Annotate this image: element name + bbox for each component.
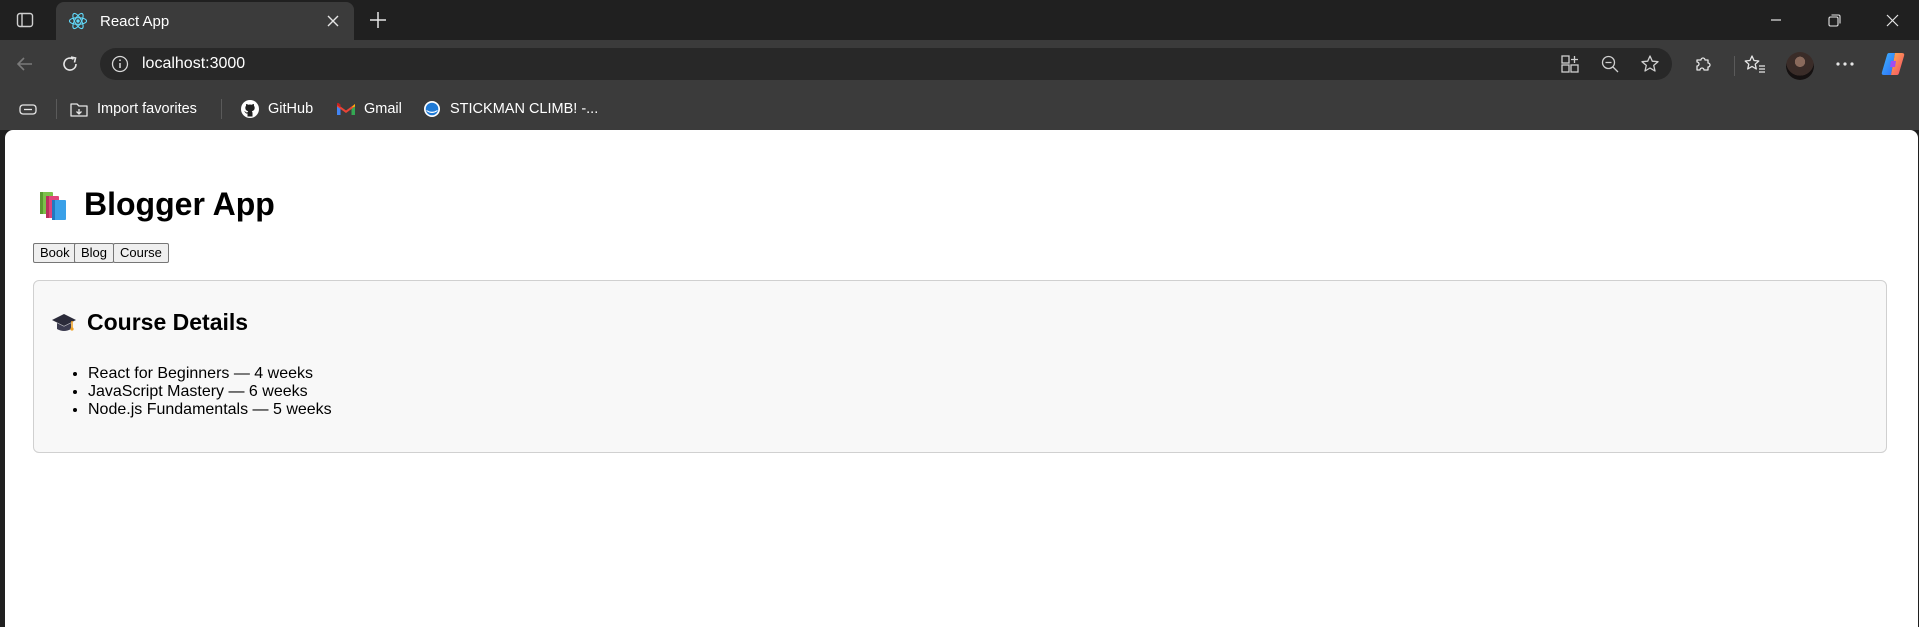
bookmark-github[interactable]: GitHub xyxy=(240,97,313,121)
copilot-icon xyxy=(1881,53,1905,75)
restore-icon xyxy=(1827,13,1841,27)
list-item: React for Beginners — 4 weeks xyxy=(88,365,332,383)
close-window-button[interactable] xyxy=(1863,0,1919,40)
tab-actions-button[interactable] xyxy=(8,6,42,34)
tab-title: React App xyxy=(100,12,170,30)
puzzle-icon xyxy=(1696,57,1711,71)
books-icon xyxy=(40,191,66,220)
bookmarks-bar: Import favorites GitHub Gmail STICKMAN C… xyxy=(0,88,1919,130)
restore-button[interactable] xyxy=(1805,0,1863,40)
browser-toolbar: localhost:3000 xyxy=(0,40,1919,88)
extensions-button[interactable] xyxy=(1688,49,1718,79)
close-icon xyxy=(327,15,339,27)
list-item: JavaScript Mastery — 6 weeks xyxy=(88,383,332,401)
card-title-text: Course Details xyxy=(87,309,249,335)
card-title: Course Details xyxy=(51,309,248,336)
bookmark-gmail[interactable]: Gmail xyxy=(336,97,402,121)
favorites-list-icon xyxy=(1744,55,1765,73)
bookmark-label: STICKMAN CLIMB! -... xyxy=(450,101,599,117)
back-button[interactable] xyxy=(10,49,40,79)
github-icon xyxy=(240,99,260,119)
refresh-icon xyxy=(63,56,77,71)
bookmark-collections-button[interactable] xyxy=(18,97,38,121)
react-logo-icon xyxy=(68,11,88,31)
stickman-icon xyxy=(422,99,442,119)
zoom-out-icon[interactable] xyxy=(1599,53,1621,75)
address-bar[interactable]: localhost:3000 xyxy=(100,48,1672,80)
list-item: Node.js Fundamentals — 5 weeks xyxy=(88,401,332,419)
favorite-star-icon[interactable] xyxy=(1639,53,1661,75)
bookmark-separator xyxy=(221,99,222,119)
import-icon xyxy=(69,99,89,119)
bookmark-label: Import favorites xyxy=(97,101,197,117)
book-button[interactable]: Book xyxy=(33,243,77,263)
bookmark-import-favorites[interactable]: Import favorites xyxy=(69,97,197,121)
settings-more-button[interactable] xyxy=(1830,49,1860,79)
blog-button[interactable]: Blog xyxy=(74,243,115,263)
page-title-text: Blogger App xyxy=(84,186,275,222)
bookmark-label: Gmail xyxy=(364,101,402,117)
plus-icon xyxy=(370,12,386,28)
arrow-left-icon xyxy=(16,57,32,71)
bookmark-stickman-climb[interactable]: STICKMAN CLIMB! -... xyxy=(422,97,598,121)
new-tab-button[interactable] xyxy=(364,6,392,34)
bookmark-label: GitHub xyxy=(268,101,314,117)
profile-avatar[interactable] xyxy=(1786,52,1814,80)
title-bar: React App xyxy=(0,0,1919,40)
more-dots-icon xyxy=(1836,62,1854,66)
page-title: Blogger App xyxy=(36,186,275,223)
toolbar-divider xyxy=(1734,56,1735,76)
close-icon xyxy=(1886,14,1898,26)
tab-close-button[interactable] xyxy=(322,10,344,32)
collections-icon xyxy=(18,99,38,119)
app-available-icon[interactable] xyxy=(1559,53,1581,75)
refresh-button[interactable] xyxy=(55,49,85,79)
course-button[interactable]: Course xyxy=(113,243,169,263)
bookmark-separator xyxy=(56,99,57,119)
gmail-icon xyxy=(336,99,356,119)
page-viewport: Blogger App Book Blog Course Course Deta… xyxy=(5,130,1918,627)
copilot-button[interactable] xyxy=(1878,49,1908,79)
minimize-icon xyxy=(1771,19,1781,21)
minimize-button[interactable] xyxy=(1747,0,1805,40)
course-list: React for Beginners — 4 weeks JavaScript… xyxy=(58,365,332,419)
sidebar-panel-icon xyxy=(16,12,34,28)
graduation-cap-icon xyxy=(52,313,76,331)
tab-react-app[interactable]: React App xyxy=(56,2,354,40)
favorites-button[interactable] xyxy=(1740,49,1770,79)
address-url[interactable]: localhost:3000 xyxy=(142,55,245,73)
site-info-icon[interactable] xyxy=(110,54,130,74)
course-details-card: Course Details React for Beginners — 4 w… xyxy=(33,280,1887,453)
